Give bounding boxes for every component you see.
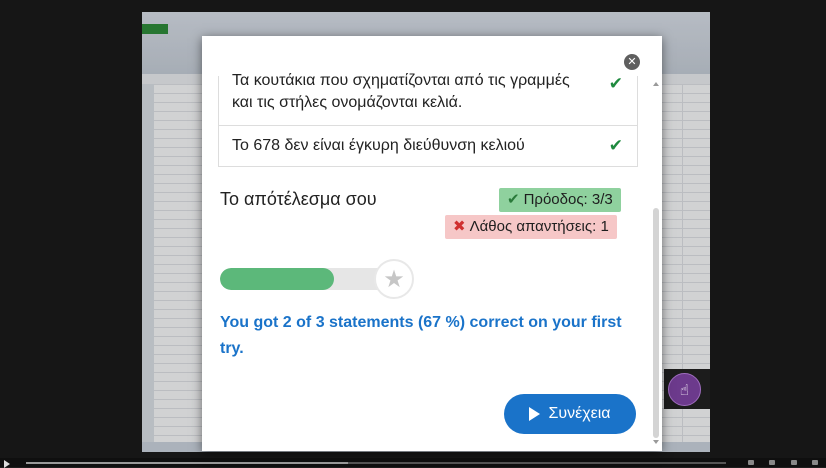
close-icon[interactable]: ✕ [624, 54, 640, 70]
scroll-down-icon[interactable] [653, 440, 659, 444]
score-feedback: You got 2 of 3 statements (67 %) correct… [220, 314, 622, 357]
captions-icon[interactable] [747, 460, 754, 465]
seek-bar[interactable] [26, 462, 726, 464]
player-control-icons [740, 458, 826, 467]
check-icon: ✔ [608, 74, 623, 93]
continue-label: Συνέχεια [548, 405, 611, 422]
check-icon: ✔ [608, 136, 623, 155]
dialog-scrollbar[interactable] [652, 76, 660, 448]
hand-pointer-icon: ☝ [679, 381, 690, 399]
cross-icon: ✖ [453, 218, 466, 235]
result-title: Το απότέλεσμα σου [220, 189, 377, 209]
statement-text: Τα κουτάκια που σχηματίζονται από τις γρ… [232, 72, 570, 111]
progress-badge: ✔ Πρόοδος: 3/3 [499, 188, 621, 212]
score-bar-fill [220, 268, 334, 290]
statement-row: Το 678 δεν είναι έγκυρη διεύθυνση κελιού… [219, 126, 637, 167]
scroll-up-icon[interactable] [653, 82, 659, 86]
score-bar [220, 268, 390, 290]
settings-icon[interactable] [790, 460, 797, 465]
wrong-answers-badge: ✖ Λάθος απαντήσεις: 1 [445, 215, 617, 239]
volume-icon[interactable] [769, 460, 776, 465]
progress-label: Πρόοδος: 3/3 [523, 191, 613, 208]
scroll-thumb[interactable] [653, 208, 659, 438]
statement-list: Τα κουτάκια που σχηματίζονται από τις γρ… [218, 72, 638, 167]
continue-button[interactable]: Συνέχεια [504, 394, 636, 434]
statement-row: Τα κουτάκια που σχηματίζονται από τις γρ… [219, 72, 637, 126]
statement-text: Το 678 δεν είναι έγκυρη διεύθυνση κελιού [232, 137, 525, 154]
wrong-answers-label: Λάθος απαντήσεις: 1 [469, 218, 609, 235]
star-icon: ★ [374, 259, 414, 299]
summary-dialog: ✕ Τα κουτάκια που σχηματίζονται από τις … [202, 36, 662, 451]
fullscreen-icon[interactable] [812, 460, 819, 465]
interaction-hotspot[interactable]: ☝ [668, 373, 701, 406]
check-icon: ✔ [507, 191, 520, 208]
seek-bar-fill [26, 462, 348, 464]
play-icon [529, 407, 541, 421]
